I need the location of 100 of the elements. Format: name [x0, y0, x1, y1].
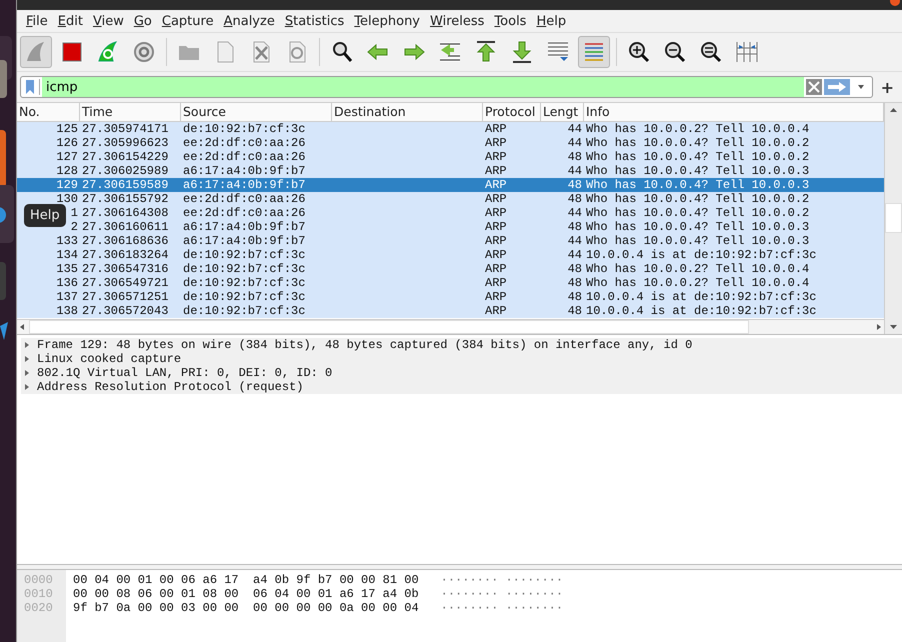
packet-row[interactable]: 127 27.306154229 ee:2d:df:c0:aa:26 ARP 48 Who has 10.0.0.4? Tell 10.0.0.2	[17, 150, 884, 164]
time-cell: 27.306160611	[82, 220, 168, 234]
autoscroll-icon	[546, 40, 570, 64]
number-cell: 127	[56, 150, 78, 164]
protocol-cell: ARP	[485, 150, 507, 164]
hex-bytes: 9f b7 0a 00 00 03 00 00 00 00 00 00 0a 00 00 04	[73, 601, 419, 615]
menu-item[interactable]: Help	[531, 11, 572, 31]
menu-item[interactable]: Wireless	[425, 11, 490, 31]
protocol-cell: ARP	[485, 234, 507, 248]
column-header[interactable]: Protocol	[483, 103, 541, 121]
column-header[interactable]: Lengt	[541, 103, 584, 121]
menu-item[interactable]: Capture	[156, 11, 219, 31]
menu-item[interactable]: View	[88, 11, 129, 31]
number-cell: 1	[70, 206, 78, 220]
protocol-cell: ARP	[485, 178, 507, 192]
protocol-cell: ARP	[485, 136, 507, 150]
byte-offset: 0000	[24, 573, 54, 587]
time-cell: 27.305996623	[82, 136, 168, 150]
length-cell: 48	[568, 290, 582, 304]
time-cell: 27.306159589	[82, 178, 168, 192]
source-cell: a6:17:a4:0b:9f:b7	[183, 178, 306, 192]
menu-item[interactable]: Edit	[52, 11, 88, 31]
packet-row[interactable]: 138 27.306572043 de:10:92:b7:cf:3c ARP 48 10.0.0.4 is at de:10:92:b7:cf:3c	[17, 304, 884, 318]
detail-tree-item[interactable]: Frame 129: 48 bytes on wire (384 bits), 48 bytes captured (384 bits) on interface any, id 0	[21, 338, 902, 352]
gear-icon	[132, 40, 156, 64]
column-header[interactable]: Destination	[332, 103, 483, 121]
info-cell: Who has 10.0.0.2? Tell 10.0.0.4	[586, 262, 810, 276]
scrollbar-thumb[interactable]	[885, 203, 902, 233]
number-cell: 134	[56, 248, 78, 262]
column-header[interactable]: Source	[181, 103, 332, 121]
packet-row[interactable]: 125 27.305974171 de:10:92:b7:cf:3c ARP 44 Who has 10.0.0.2? Tell 10.0.0.4	[17, 122, 884, 136]
info-cell: Who has 10.0.0.2? Tell 10.0.0.4	[586, 276, 810, 290]
clear-icon[interactable]	[806, 79, 822, 95]
menu-item[interactable]: Statistics	[280, 11, 350, 31]
source-cell: a6:17:a4:0b:9f:b7	[183, 234, 306, 248]
info-cell: Who has 10.0.0.4? Tell 10.0.0.3	[586, 234, 810, 248]
info-cell: Who has 10.0.0.4? Tell 10.0.0.2	[586, 192, 810, 206]
length-cell: 48	[568, 276, 582, 290]
length-cell: 48	[568, 150, 582, 164]
number-cell: 125	[56, 122, 78, 136]
detail-text: Linux cooked capture	[36, 352, 182, 366]
packet-row[interactable]: 135 27.306547316 de:10:92:b7:cf:3c ARP 48 Who has 10.0.0.2? Tell 10.0.0.4	[17, 262, 884, 276]
last-packet-icon	[510, 40, 534, 64]
time-cell: 27.306549721	[82, 276, 168, 290]
packet-row[interactable]: 137 27.306571251 de:10:92:b7:cf:3c ARP 48 10.0.0.4 is at de:10:92:b7:cf:3c	[17, 290, 884, 304]
byte-offset: 0020	[24, 601, 54, 615]
menu-item[interactable]: Tools	[489, 11, 532, 31]
packet-row[interactable]: 133 27.306168636 a6:17:a4:0b:9f:b7 ARP 44 Who has 10.0.0.4? Tell 10.0.0.3	[17, 234, 884, 248]
column-header[interactable]: No.	[17, 103, 80, 121]
packet-row[interactable]: 2 27.306160611 a6:17:a4:0b:9f:b7 ARP 48 Who has 10.0.0.4? Tell 10.0.0.3	[17, 220, 884, 234]
protocol-cell: ARP	[485, 206, 507, 220]
detail-text: Address Resolution Protocol (request)	[36, 380, 304, 394]
detail-tree-item[interactable]: Address Resolution Protocol (request)	[21, 380, 902, 394]
number-cell: 136	[56, 276, 78, 290]
info-cell: Who has 10.0.0.4? Tell 10.0.0.2	[586, 150, 810, 164]
source-cell: de:10:92:b7:cf:3c	[183, 304, 306, 318]
menu-item[interactable]: File	[21, 11, 53, 31]
ascii-bytes: ········ ········	[440, 573, 564, 587]
tooltip: Help	[24, 204, 66, 227]
time-cell: 27.306164308	[82, 206, 168, 220]
detail-text: 802.1Q Virtual LAN, PRI: 0, DEI: 0, ID: 0	[36, 366, 332, 380]
horizontal-scrollbar[interactable]	[17, 319, 884, 334]
source-cell: ee:2d:df:c0:aa:26	[183, 136, 306, 150]
time-cell: 27.306154229	[82, 150, 168, 164]
menu-item[interactable]: Analyze	[218, 11, 280, 31]
packet-row[interactable]: 136 27.306549721 de:10:92:b7:cf:3c ARP 48 Who has 10.0.0.2? Tell 10.0.0.4	[17, 276, 884, 290]
packet-row[interactable]: 128 27.306025989 a6:17:a4:0b:9f:b7 ARP 44 Who has 10.0.0.4? Tell 10.0.0.3	[17, 164, 884, 178]
menu-item[interactable]: Telephony	[349, 11, 426, 31]
ascii-bytes: ········ ········	[440, 587, 564, 601]
display-filter-field[interactable]: icmp	[20, 76, 873, 98]
vertical-scrollbar[interactable]	[884, 103, 902, 334]
length-cell: 44	[568, 164, 582, 178]
length-cell: 44	[568, 136, 582, 150]
packet-row[interactable]: 129 27.306159589 a6:17:a4:0b:9f:b7 ARP 48 Who has 10.0.0.4? Tell 10.0.0.3	[17, 178, 884, 192]
add-filter-button[interactable]: +	[878, 78, 896, 96]
packet-row[interactable]: 130 27.306155792 ee:2d:df:c0:aa:26 ARP 48 Who has 10.0.0.4? Tell 10.0.0.2	[17, 192, 884, 206]
resize-columns-icon	[735, 40, 759, 64]
protocol-cell: ARP	[485, 304, 507, 318]
source-cell: de:10:92:b7:cf:3c	[183, 248, 306, 262]
hex-bytes: 00 04 00 01 00 06 a6 17 a4 0b 9f b7 00 00 81 00	[73, 573, 419, 587]
packet-row[interactable]: 126 27.305996623 ee:2d:df:c0:aa:26 ARP 44 Who has 10.0.0.4? Tell 10.0.0.2	[17, 136, 884, 150]
length-cell: 48	[568, 220, 582, 234]
detail-tree-item[interactable]: Linux cooked capture	[21, 352, 902, 366]
source-cell: de:10:92:b7:cf:3c	[183, 262, 306, 276]
protocol-cell: ARP	[485, 164, 507, 178]
info-cell: 10.0.0.4 is at de:10:92:b7:cf:3c	[586, 290, 816, 304]
number-cell: 137	[56, 290, 78, 304]
number-cell: 135	[56, 262, 78, 276]
length-cell: 44	[568, 122, 582, 136]
menu-item[interactable]: Go	[128, 11, 157, 31]
time-cell: 27.306572043	[82, 304, 168, 318]
time-cell: 27.306155792	[82, 192, 168, 206]
column-header[interactable]: Time	[80, 103, 181, 121]
length-cell: 44	[568, 234, 582, 248]
info-cell: Who has 10.0.0.4? Tell 10.0.0.2	[586, 136, 810, 150]
length-cell: 48	[568, 262, 582, 276]
detail-tree-item[interactable]: 802.1Q Virtual LAN, PRI: 0, DEI: 0, ID: 0	[21, 366, 902, 380]
source-cell: a6:17:a4:0b:9f:b7	[183, 164, 306, 178]
packet-row[interactable]: 134 27.306183264 de:10:92:b7:cf:3c ARP 44 10.0.0.4 is at de:10:92:b7:cf:3c	[17, 248, 884, 262]
restart-icon	[96, 40, 120, 64]
